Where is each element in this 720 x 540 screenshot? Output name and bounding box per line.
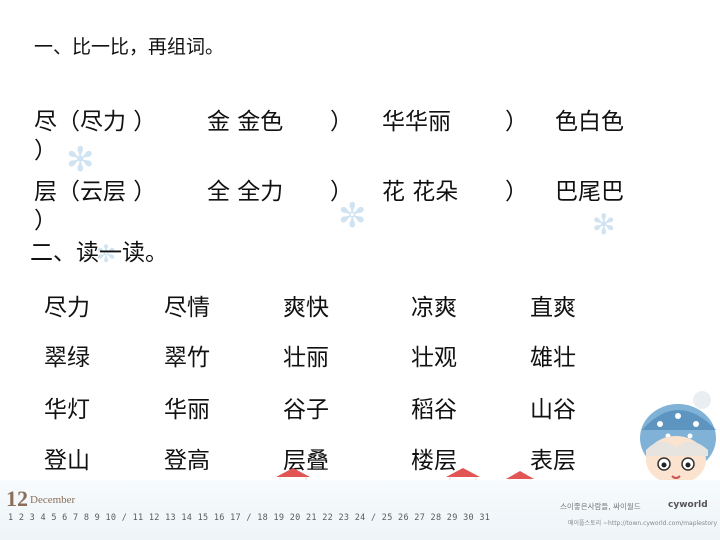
reading-word: 登高 bbox=[164, 448, 210, 474]
compare-row1-col2-paren: ） bbox=[330, 109, 353, 135]
reading-word: 谷子 bbox=[283, 397, 329, 423]
reading-word: 山谷 bbox=[530, 397, 576, 423]
compare-row2-col3: 花 花朵 bbox=[382, 179, 459, 205]
compare-row2-col3-paren: ） bbox=[505, 179, 528, 205]
compare-row1-col3-paren: ） bbox=[505, 109, 528, 135]
compare-row2-col4: 巴尾巴 bbox=[555, 179, 624, 205]
reading-word: 爽快 bbox=[283, 295, 329, 321]
reading-word: 尽情 bbox=[164, 295, 210, 321]
reading-word: 稻谷 bbox=[411, 397, 457, 423]
reading-word: 华灯 bbox=[44, 397, 90, 423]
credit-line: 스이좋은사람들, 싸이월드 bbox=[560, 502, 641, 511]
section2-title: 二、读一读。 bbox=[30, 240, 168, 266]
reading-word: 雄壮 bbox=[530, 345, 576, 371]
section1-title: 一、比一比，再组词。 bbox=[34, 36, 225, 58]
credit-url: 메이플스토리 ~http://town.cyworld.com/maplesto… bbox=[568, 520, 718, 527]
reading-word: 登山 bbox=[44, 448, 90, 474]
reading-word: 翠绿 bbox=[44, 345, 90, 371]
snowflake-icon: ✻ bbox=[592, 208, 616, 241]
calendar-month-number: 12 bbox=[6, 486, 28, 511]
calendar-month-name: December bbox=[30, 494, 76, 506]
compare-row1-col3: 华华丽 bbox=[382, 109, 451, 135]
reading-word: 凉爽 bbox=[411, 295, 457, 321]
compare-row2-col1-paren: ） bbox=[34, 208, 57, 234]
reading-word: 华丽 bbox=[164, 397, 210, 423]
compare-row2-col2: 全 全力 bbox=[207, 179, 284, 205]
reading-word: 直爽 bbox=[530, 295, 576, 321]
reading-word: 尽力 bbox=[44, 295, 90, 321]
reading-word: 壮丽 bbox=[283, 345, 329, 371]
compare-row1-col2: 金 金色 bbox=[207, 109, 284, 135]
compare-row2-col2-paren: ） bbox=[330, 179, 353, 205]
cyworld-logo: cyworld bbox=[668, 500, 708, 510]
compare-row1-col1-paren: ） bbox=[34, 138, 57, 164]
compare-row1-col4: 色白色 bbox=[555, 109, 624, 135]
reading-word: 翠竹 bbox=[164, 345, 210, 371]
reading-word: 壮观 bbox=[411, 345, 457, 371]
calendar-days: 1 2 3 4 5 6 7 8 9 10 / 11 12 13 14 15 16… bbox=[8, 513, 491, 523]
